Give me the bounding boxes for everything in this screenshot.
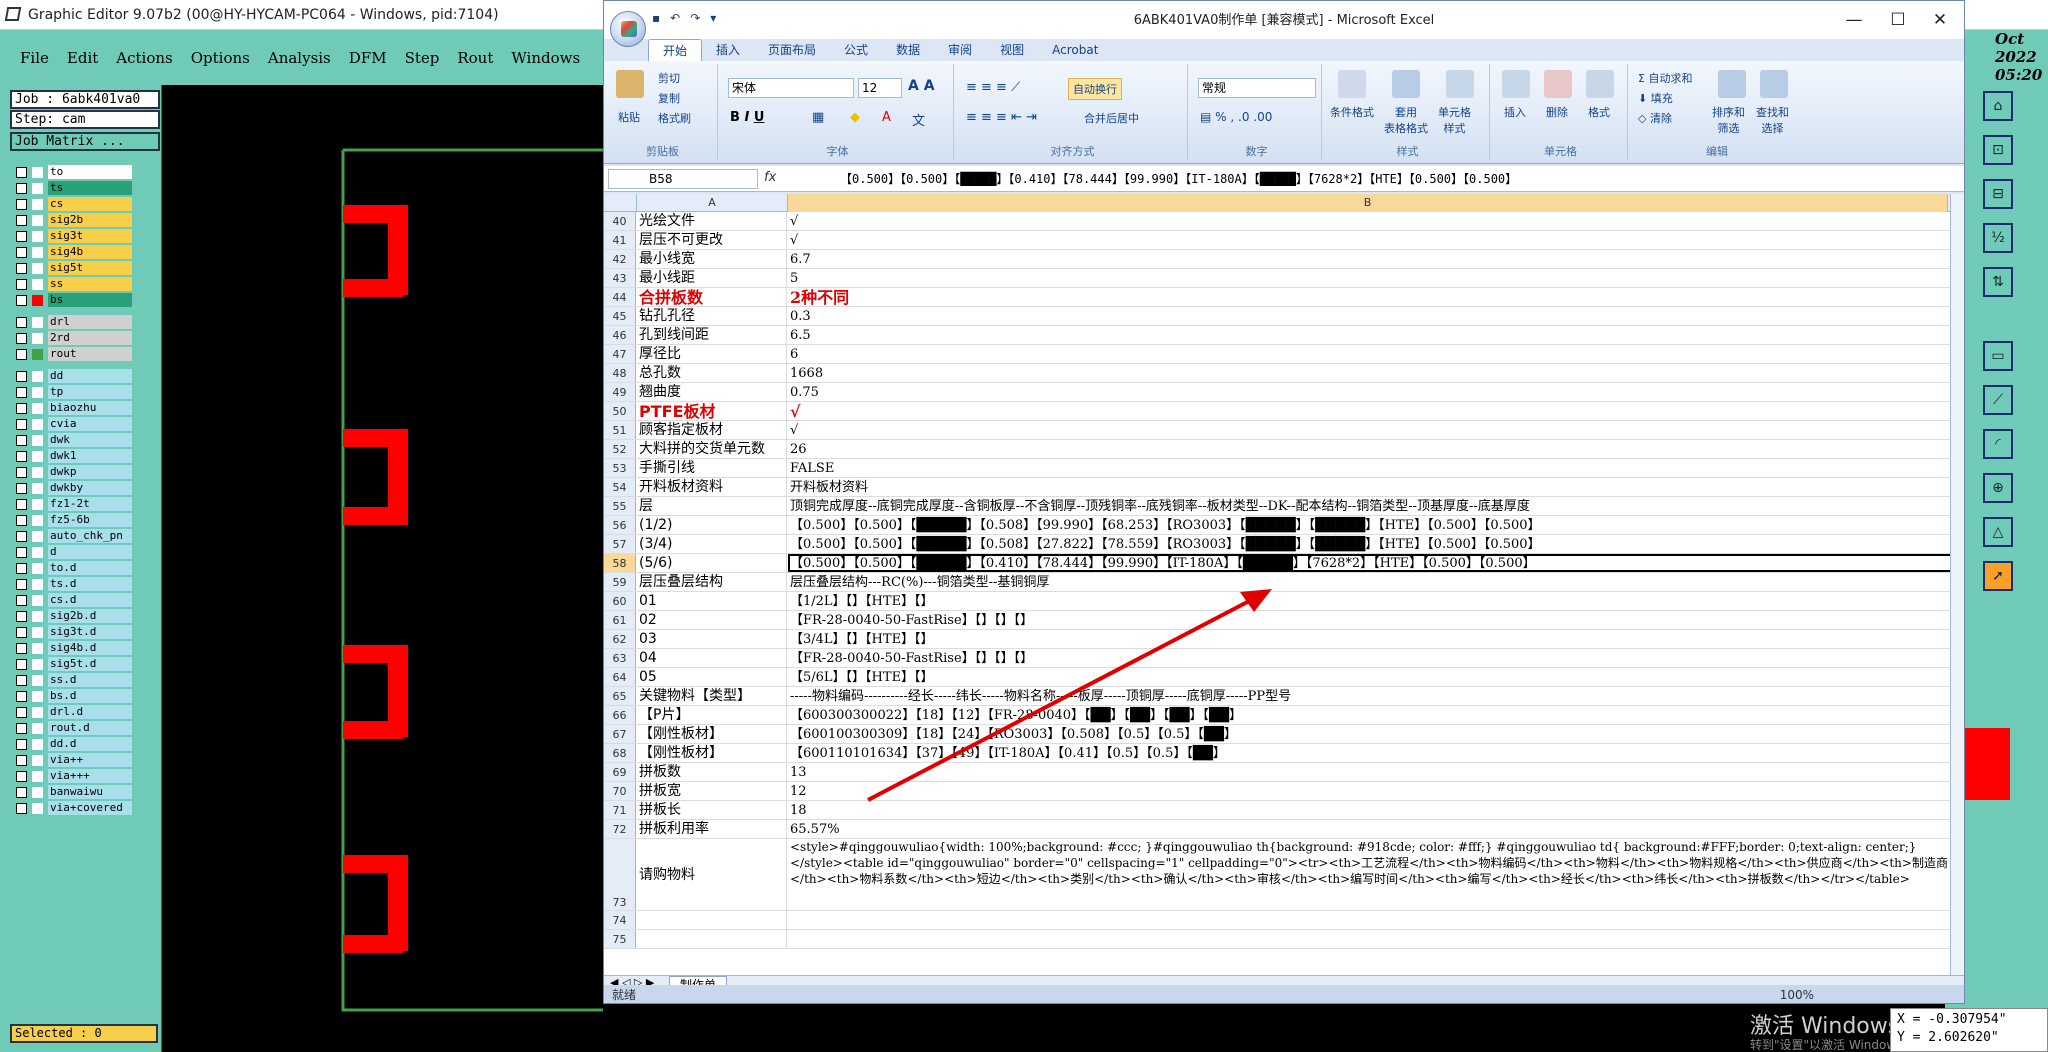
office-logo-icon — [621, 21, 637, 37]
annotation-arrow — [867, 589, 1272, 802]
office-button[interactable] — [610, 11, 646, 47]
